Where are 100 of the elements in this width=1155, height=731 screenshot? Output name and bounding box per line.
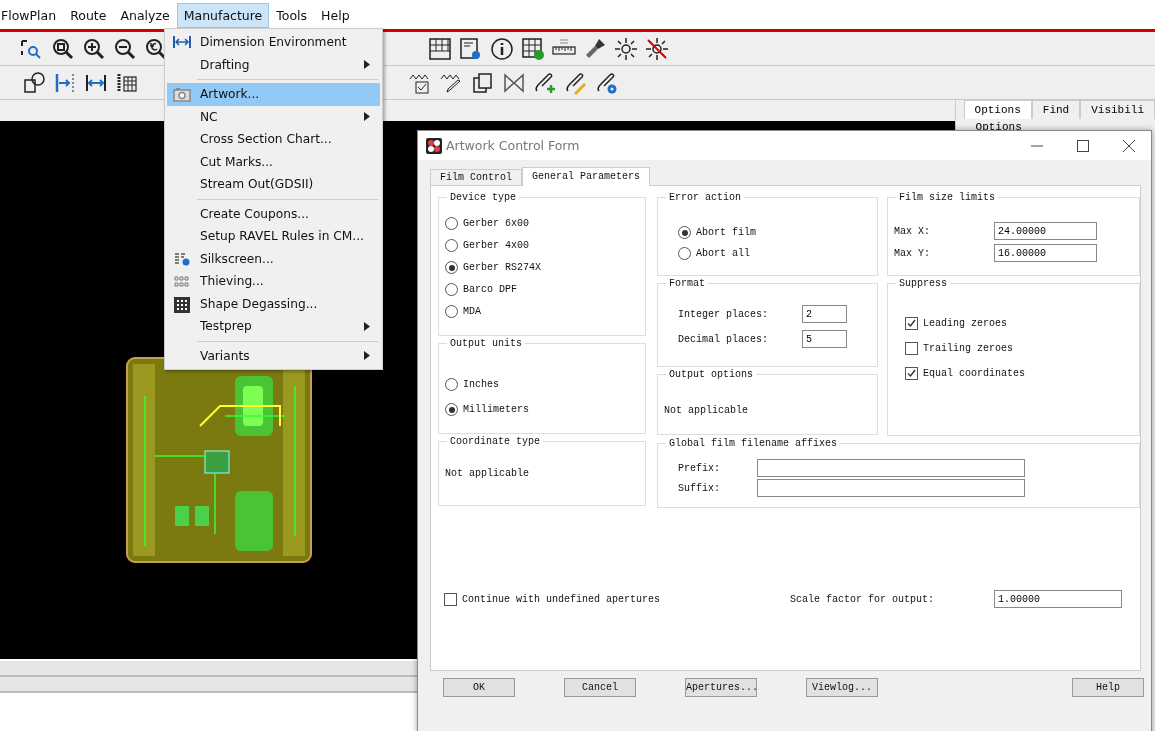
group-title: Device type (449, 192, 517, 203)
radio-button[interactable] (678, 247, 691, 260)
menu-item[interactable]: NC (167, 105, 380, 128)
menu-bar-item[interactable]: Manufacture (176, 2, 270, 28)
checkbox[interactable] (905, 317, 918, 330)
radio-button[interactable] (445, 261, 458, 274)
group-title: Coordinate type (449, 436, 541, 447)
info-icon[interactable] (490, 36, 514, 61)
menu-bar-item[interactable]: FlowPlan (0, 2, 64, 28)
dialog-button[interactable]: OK (443, 678, 515, 697)
checkbox[interactable] (444, 592, 457, 606)
grid-icon[interactable] (428, 36, 452, 61)
tab[interactable]: Film Control (430, 169, 522, 185)
info-text: Not applicable (664, 404, 749, 416)
radio-button[interactable] (445, 378, 458, 391)
panel-tab[interactable]: Find (1031, 100, 1081, 119)
menu-item[interactable]: Setup RAVEL Rules in CM... (167, 225, 380, 248)
menu-bar-item[interactable]: Tools (269, 2, 315, 28)
menu-item[interactable]: Create Coupons... (167, 202, 380, 225)
menu-bar-item[interactable]: Help (314, 2, 357, 28)
radio-button[interactable] (445, 403, 458, 416)
menu-item[interactable]: Testprep (167, 315, 380, 338)
dialog-button[interactable]: Apertures... (685, 678, 757, 697)
zoom-fit-icon[interactable] (51, 36, 75, 61)
tab[interactable]: General Parameters (522, 167, 651, 186)
maximize-icon[interactable] (1077, 139, 1089, 152)
option-label: Gerber 6x00 (463, 218, 529, 229)
window-title: Artwork Control Form (446, 138, 580, 153)
option-label: Millimeters (463, 404, 529, 415)
input-field[interactable] (757, 479, 1025, 497)
copy-icon[interactable] (471, 70, 495, 95)
dialog-button[interactable]: Help (1072, 678, 1144, 697)
menu-item[interactable]: Stream Out(GDSII) (167, 173, 380, 196)
option-label: Trailing zeroes (923, 343, 1013, 354)
menu-item[interactable]: Drafting (167, 53, 380, 76)
group-title: Film size limits (898, 192, 996, 203)
checkbox[interactable] (905, 342, 918, 355)
option-label: Equal coordinates (923, 368, 1026, 379)
option-label: MDA (463, 306, 481, 317)
input-field[interactable]: 5 (802, 330, 847, 348)
dialog-button[interactable]: Cancel (564, 678, 636, 697)
camera-icon (172, 85, 192, 104)
close-icon[interactable] (1123, 139, 1135, 152)
dialog-button[interactable]: Viewlog... (806, 678, 878, 697)
group-title: Output units (449, 338, 523, 349)
component-icon[interactable] (22, 70, 46, 95)
menu-item[interactable]: Thieving... (167, 270, 380, 293)
group-title: Global film filename affixes (668, 438, 839, 449)
light-off-icon[interactable] (645, 36, 669, 61)
menu-item[interactable]: Dimension Environment (167, 31, 380, 54)
field-label: Integer places: (678, 308, 769, 320)
zoom-in-icon[interactable] (82, 36, 106, 61)
degassing-grid-icon (172, 294, 192, 313)
radio-button[interactable] (445, 305, 458, 318)
menu-item[interactable]: Variants (167, 344, 380, 367)
group-title: Format (668, 278, 706, 289)
menu-item[interactable]: Artwork... (167, 83, 380, 106)
menu-item[interactable]: Cross Section Chart... (167, 128, 380, 151)
input-field[interactable]: 1.00000 (994, 590, 1123, 608)
input-field[interactable]: 24.00000 (994, 222, 1097, 240)
option-label: Leading zeroes (923, 318, 1007, 329)
menu-item[interactable]: Cut Marks... (167, 150, 380, 173)
input-field[interactable] (757, 459, 1025, 477)
menu-bar-item[interactable]: Analyze (113, 2, 177, 28)
radio-button[interactable] (445, 239, 458, 252)
input-field[interactable]: 16.00000 (994, 244, 1097, 262)
option-label: Inches (463, 379, 499, 390)
group-title: Error action (668, 192, 742, 203)
option-label: Abort film (696, 227, 756, 238)
light-icon[interactable] (614, 36, 638, 61)
panel-tab[interactable]: Options (963, 100, 1032, 119)
group-title: Output options (668, 369, 754, 380)
info-text: Not applicable (445, 467, 530, 479)
field-label: Scale factor for output: (790, 593, 936, 605)
field-label: Decimal places: (678, 333, 769, 345)
panel-heading: Options (974, 120, 1023, 133)
input-field[interactable]: 2 (802, 305, 847, 323)
field-label: Max X: (894, 225, 931, 237)
option-label: Gerber 4x00 (463, 240, 529, 251)
grid-info-icon[interactable] (521, 36, 545, 61)
radio-button[interactable] (445, 217, 458, 230)
option-label: Continue with undefined apertures (462, 593, 661, 605)
app-logo-icon (426, 137, 442, 154)
field-label: Max Y: (894, 247, 931, 259)
panel-tab[interactable]: Visibili (1080, 100, 1155, 119)
option-label: Gerber RS274X (463, 262, 541, 273)
clip-edit-icon[interactable] (564, 70, 588, 95)
menu-bar-item[interactable]: Route (63, 2, 114, 28)
check-mark-icon (907, 319, 916, 328)
menu-item[interactable]: Shape Degassing... (167, 292, 380, 315)
group-title: Suppress (898, 278, 948, 289)
field-label: Prefix: (678, 462, 721, 474)
radio-button[interactable] (445, 283, 458, 296)
field-label: Suffix: (678, 482, 721, 494)
zoom-out-icon[interactable] (113, 36, 137, 61)
radio-button[interactable] (678, 226, 691, 239)
option-label: Barco DPF (463, 284, 517, 295)
checkbox[interactable] (905, 367, 918, 380)
clip-add-icon[interactable] (533, 70, 557, 95)
menu-item[interactable]: Silkscreen... (167, 247, 380, 270)
